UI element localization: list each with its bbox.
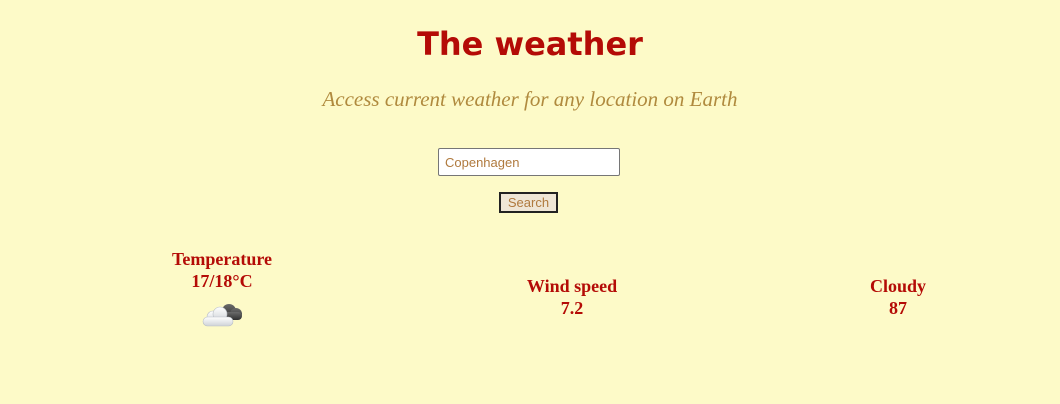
page-title: The weather <box>417 25 643 63</box>
search-button[interactable]: Search <box>499 192 558 213</box>
location-search-input[interactable] <box>438 148 620 176</box>
temperature-label: Temperature <box>172 249 272 269</box>
wind-speed-stat: Wind speed 7.2 <box>492 275 652 319</box>
cloudiness-label: Cloudy <box>869 276 927 296</box>
wind-speed-label: Wind speed <box>526 276 618 296</box>
weather-page: The weather Access current weather for a… <box>0 0 1060 404</box>
cloudiness-value: 87 <box>889 298 907 318</box>
temperature-stat: Temperature 17/18°C <box>142 248 302 330</box>
wind-speed-value: 7.2 <box>560 298 584 318</box>
temperature-value: 17/18°C <box>191 271 253 291</box>
partly-cloudy-icon <box>202 304 242 327</box>
cloudiness-stat: Cloudy 87 <box>818 275 978 319</box>
page-subtitle: Access current weather for any location … <box>322 87 738 111</box>
